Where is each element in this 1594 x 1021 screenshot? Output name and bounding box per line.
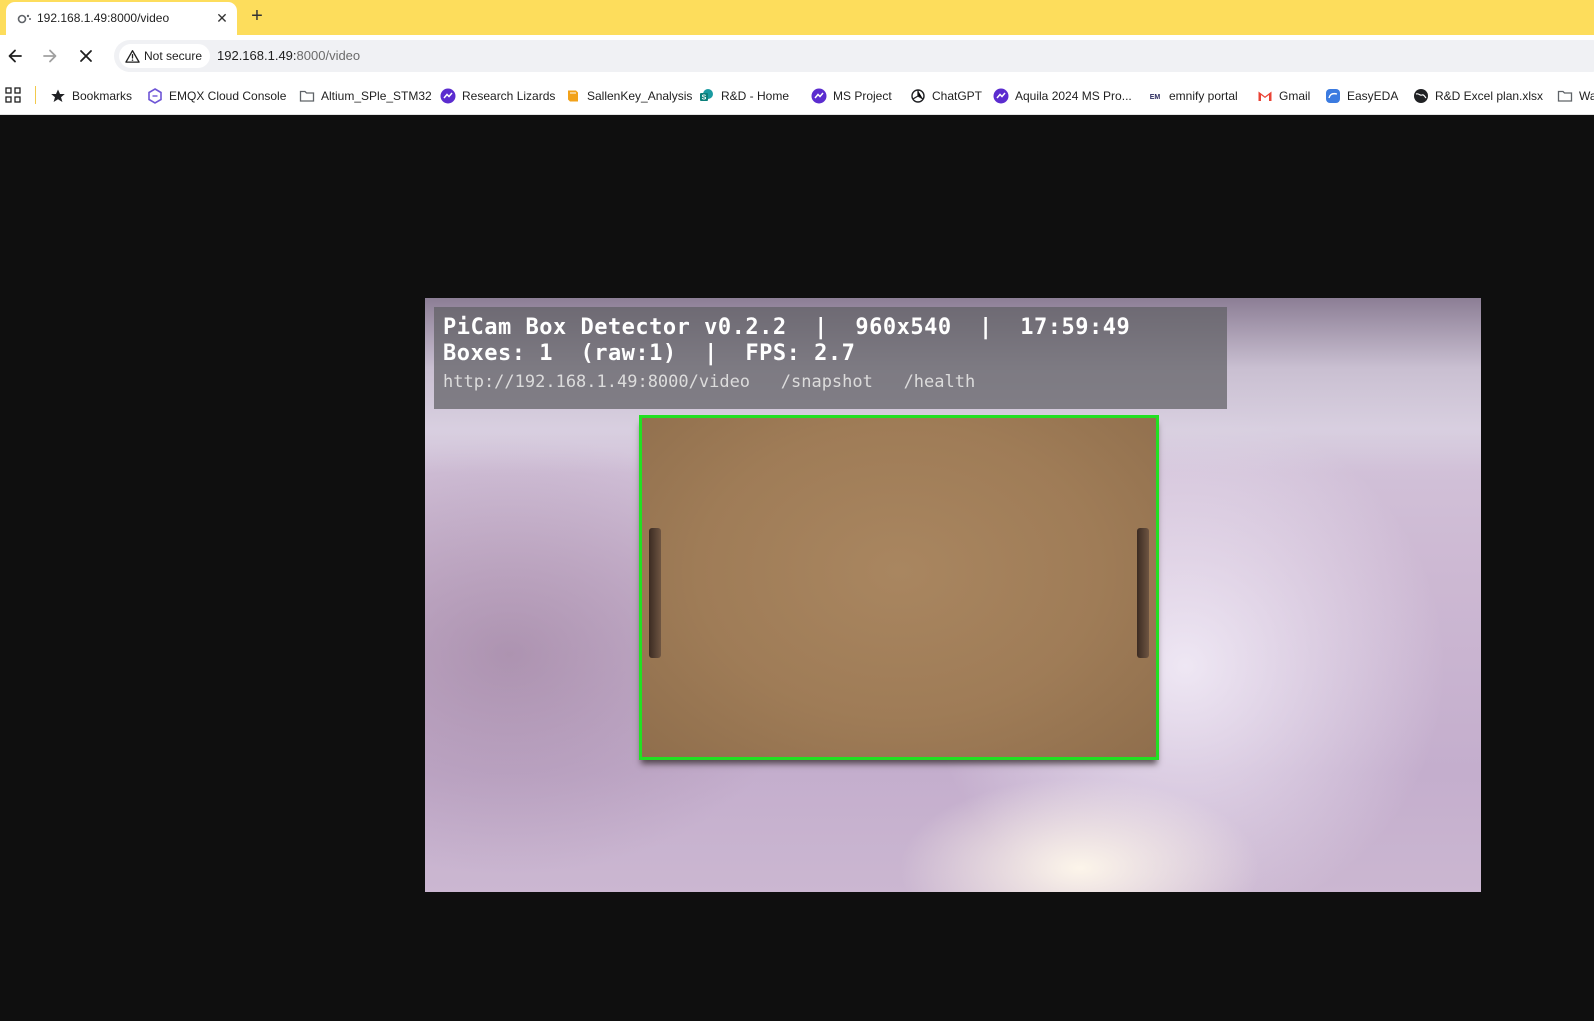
url-host: 192.168.1.49: (217, 48, 297, 63)
emnify-icon: EM (1147, 88, 1163, 104)
bookmark-research-lizards[interactable]: Research Lizards (440, 86, 555, 106)
arrow-right-icon (43, 49, 57, 63)
bookmark-sallenkey[interactable]: SallenKey_Analysis (565, 86, 692, 106)
warning-icon (125, 49, 140, 63)
stop-loading-button[interactable] (75, 45, 97, 67)
url-text[interactable]: 192.168.1.49:8000/video (217, 48, 360, 63)
address-bar[interactable]: Not secure 192.168.1.49:8000/video (114, 40, 1594, 72)
new-tab-button[interactable]: + (246, 6, 268, 28)
easyeda-icon (1325, 88, 1341, 104)
site-security-chip[interactable]: Not secure (119, 44, 211, 68)
emqx-icon (147, 88, 163, 104)
bookmark-aquila[interactable]: Aquila 2024 MS Pro... (993, 86, 1132, 106)
overlay-stats: Boxes: 1 (raw:1) | FPS: 2.7 (443, 341, 856, 366)
gmail-icon (1257, 88, 1273, 104)
overlay-title: PiCam Box Detector v0.2.2 | 960x540 | 17… (443, 315, 1131, 340)
browser-toolbar: Not secure 192.168.1.49:8000/video (0, 35, 1594, 77)
tab-title: 192.168.1.49:8000/video (37, 11, 170, 25)
folder-icon (299, 88, 315, 104)
globe-icon (1413, 88, 1429, 104)
folder-icon (1557, 88, 1573, 104)
star-icon (50, 88, 66, 104)
apps-grid-icon[interactable] (5, 87, 21, 103)
book-icon (565, 88, 581, 104)
bookmark-easyeda[interactable]: EasyEDA (1325, 86, 1398, 106)
svg-text:S: S (702, 95, 707, 102)
forward-button[interactable] (39, 45, 61, 67)
bookmark-ms-project[interactable]: MS Project (811, 86, 892, 106)
tab-strip: 192.168.1.49:8000/video ✕ + (0, 0, 1594, 35)
bookmark-emqx[interactable]: EMQX Cloud Console (147, 86, 286, 106)
active-tab[interactable]: 192.168.1.49:8000/video ✕ (6, 2, 237, 35)
clickup-icon (811, 88, 827, 104)
bookmark-bookmarks[interactable]: Bookmarks (50, 86, 132, 106)
bookmarks-divider (35, 86, 36, 104)
detection-bounding-box (639, 415, 1159, 760)
bookmark-rd-home[interactable]: S R&D - Home (699, 86, 789, 106)
arrow-left-icon (8, 49, 22, 63)
bookmark-gmail[interactable]: Gmail (1257, 86, 1310, 106)
svg-text:EM: EM (1150, 94, 1161, 101)
close-icon[interactable]: ✕ (213, 9, 231, 27)
bookmarks-bar: Bookmarks EMQX Cloud Console Altium_SPle… (0, 77, 1594, 115)
close-icon (80, 50, 92, 62)
overlay-endpoints: http://192.168.1.49:8000/video /snapshot… (443, 372, 976, 392)
bookmark-overflow-folder[interactable]: Wa (1557, 86, 1594, 106)
sharepoint-icon: S (699, 88, 715, 104)
back-button[interactable] (4, 45, 26, 67)
bookmark-chatgpt[interactable]: ChatGPT (910, 86, 982, 106)
clickup-icon (440, 88, 456, 104)
loading-icon (17, 12, 31, 24)
bookmark-altium-folder[interactable]: Altium_SPle_STM32 (299, 86, 432, 106)
not-secure-label: Not secure (144, 49, 203, 63)
clickup-icon (993, 88, 1009, 104)
bookmark-emnify[interactable]: EM emnify portal (1147, 86, 1238, 106)
status-overlay: PiCam Box Detector v0.2.2 | 960x540 | 17… (434, 307, 1227, 409)
url-path: 8000/video (296, 48, 361, 63)
openai-icon (910, 88, 926, 104)
video-stream: PiCam Box Detector v0.2.2 | 960x540 | 17… (425, 298, 1481, 892)
bookmark-rd-excel[interactable]: R&D Excel plan.xlsx (1413, 86, 1543, 106)
